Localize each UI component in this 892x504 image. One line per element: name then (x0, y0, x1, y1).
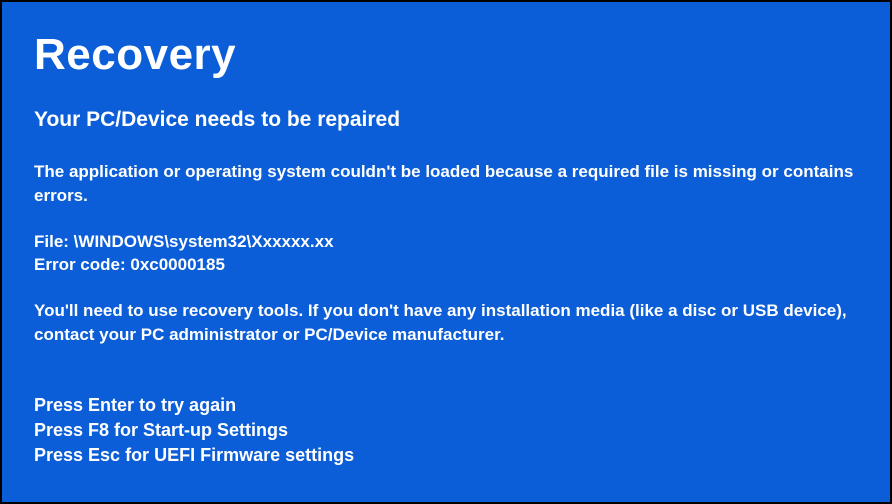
error-description: The application or operating system coul… (34, 160, 858, 208)
keypress-f8-hint: Press F8 for Start-up Settings (34, 418, 858, 443)
keypress-esc-hint: Press Esc for UEFI Firmware settings (34, 443, 858, 468)
file-path: \WINDOWS\system32\Xxxxxx.xx (74, 232, 334, 251)
keypress-enter-hint: Press Enter to try again (34, 393, 858, 418)
recovery-subtitle: Your PC/Device needs to be repaired (34, 108, 858, 132)
file-label: File: (34, 232, 74, 251)
error-code-label: Error code: (34, 255, 130, 274)
recovery-note: You'll need to use recovery tools. If yo… (34, 299, 858, 347)
error-code-line: Error code: 0xc0000185 (34, 253, 858, 277)
file-line: File: \WINDOWS\system32\Xxxxxx.xx (34, 230, 858, 254)
error-code-value: 0xc0000185 (130, 255, 225, 274)
recovery-title: Recovery (34, 30, 858, 80)
